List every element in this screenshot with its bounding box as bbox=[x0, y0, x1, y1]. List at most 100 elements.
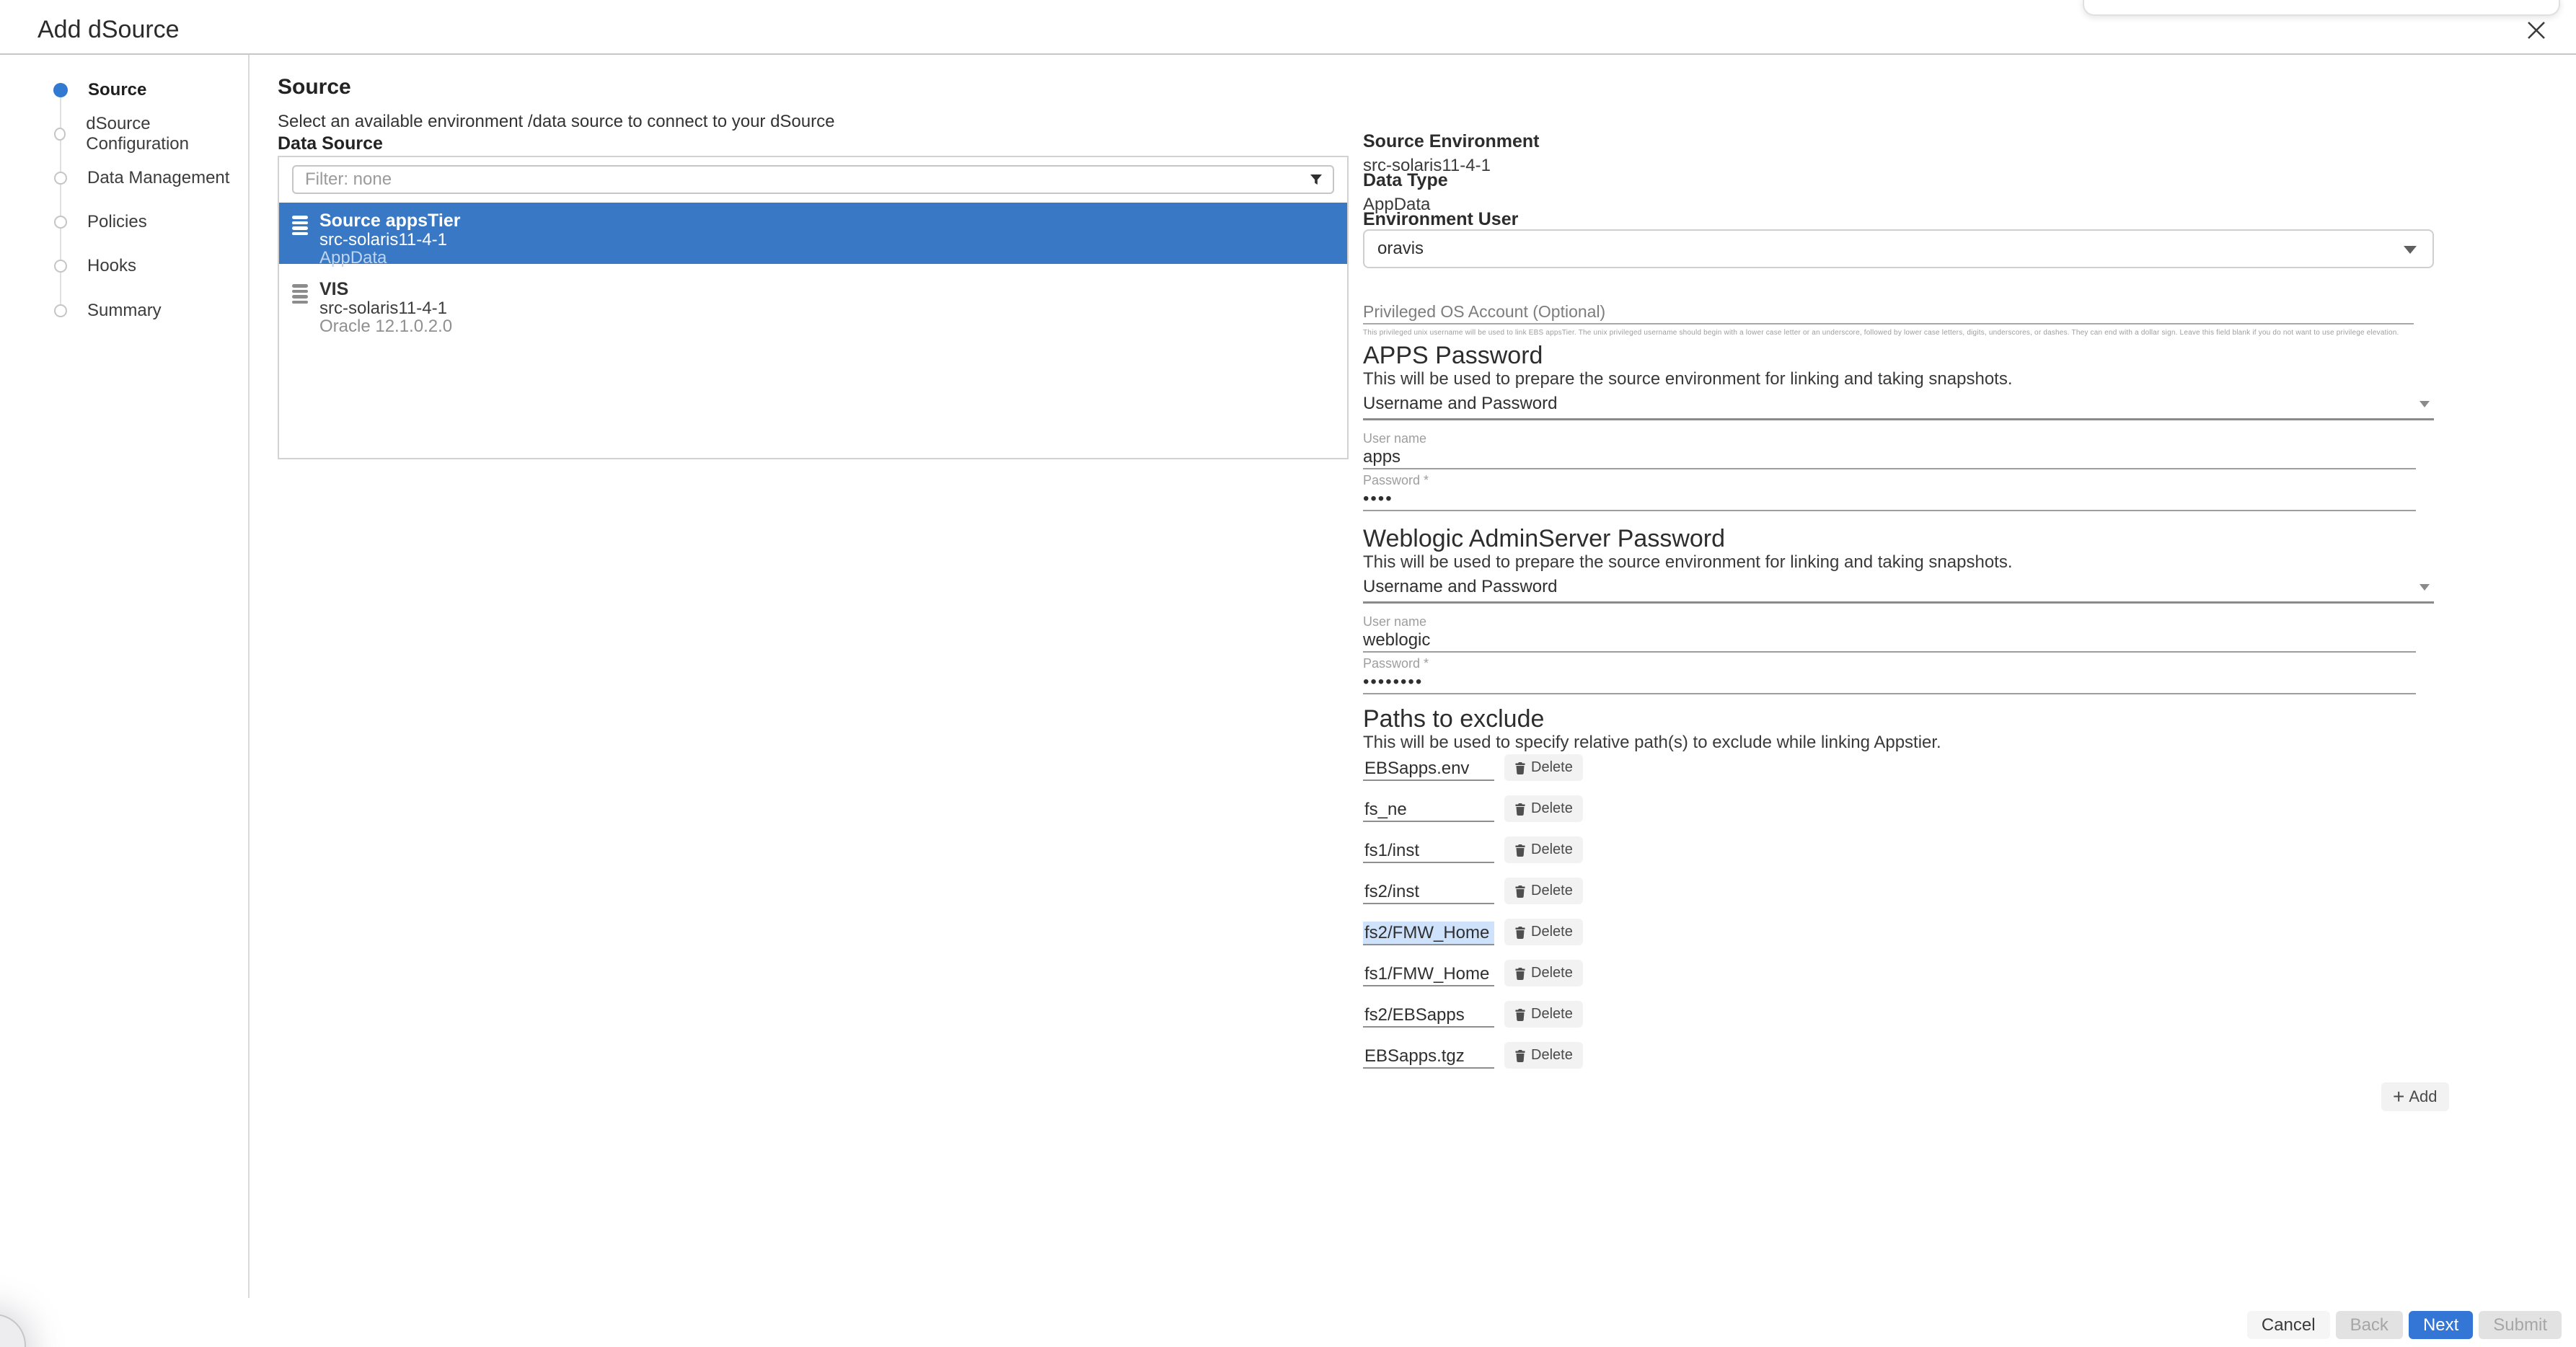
step-dot bbox=[54, 216, 67, 229]
data-source-item-vis[interactable]: VIS src-solaris11-4-1 Oracle 12.1.0.2.0 bbox=[279, 271, 1347, 332]
delete-path-button[interactable]: Delete bbox=[1504, 960, 1583, 986]
step-dot bbox=[54, 304, 67, 317]
delete-label: Delete bbox=[1531, 842, 1573, 858]
apps-credential-type-value: Username and Password bbox=[1363, 394, 1557, 413]
trash-icon bbox=[1514, 1008, 1526, 1021]
wizard-steps: Source dSource Configuration Data Manage… bbox=[49, 68, 237, 332]
apps-username-input[interactable] bbox=[1363, 446, 2416, 469]
apps-password-input[interactable] bbox=[1363, 488, 2416, 511]
weblogic-password-input[interactable] bbox=[1363, 671, 2416, 694]
data-source-environment: src-solaris11-4-1 bbox=[319, 231, 460, 249]
path-input[interactable] bbox=[1363, 839, 1494, 863]
step-label: Data Management bbox=[87, 168, 229, 188]
submit-button[interactable]: Submit bbox=[2479, 1311, 2562, 1339]
path-input[interactable] bbox=[1363, 798, 1494, 822]
trash-icon bbox=[1514, 1049, 1526, 1062]
environment-user-value: oravis bbox=[1377, 239, 1424, 259]
database-icon bbox=[292, 216, 308, 235]
weblogic-password-heading: Weblogic AdminServer Password bbox=[1363, 525, 1725, 553]
path-input[interactable] bbox=[1363, 1004, 1494, 1028]
wizard-step-policies[interactable]: Policies bbox=[49, 200, 237, 244]
weblogic-credential-type-select[interactable]: Username and Password bbox=[1363, 577, 2434, 604]
delete-label: Delete bbox=[1531, 883, 1573, 899]
apps-password-field: Password * bbox=[1363, 473, 2416, 511]
trash-icon bbox=[1514, 926, 1526, 939]
database-icon bbox=[292, 284, 308, 304]
delete-label: Delete bbox=[1531, 1006, 1573, 1023]
page-instruction: Select an available environment /data so… bbox=[278, 112, 834, 132]
environment-user-label: Environment User bbox=[1363, 209, 1518, 230]
filter-funnel-icon bbox=[1308, 172, 1324, 191]
source-environment-label: Source Environment bbox=[1363, 131, 1540, 152]
wizard-step-source[interactable]: Source bbox=[49, 68, 237, 112]
delete-path-button[interactable]: Delete bbox=[1504, 754, 1583, 781]
data-source-label: Data Source bbox=[278, 133, 383, 154]
apps-password-heading: APPS Password bbox=[1363, 342, 1543, 370]
path-input[interactable] bbox=[1363, 880, 1494, 904]
trash-icon bbox=[1514, 885, 1526, 898]
wizard-step-dsource-configuration[interactable]: dSource Configuration bbox=[49, 112, 237, 156]
step-dot bbox=[54, 128, 66, 141]
step-dot-active bbox=[53, 83, 68, 97]
data-source-text: VIS src-solaris11-4-1 Oracle 12.1.0.2.0 bbox=[319, 280, 452, 335]
dialog-title: Add dSource bbox=[38, 16, 180, 44]
chevron-down-icon bbox=[2420, 584, 2430, 591]
step-label: Summary bbox=[87, 301, 162, 321]
apps-credential-type-select[interactable]: Username and Password bbox=[1363, 394, 2434, 420]
delete-path-button[interactable]: Delete bbox=[1504, 1001, 1583, 1028]
weblogic-username-field: User name bbox=[1363, 614, 2416, 653]
step-dot bbox=[54, 260, 67, 273]
delete-path-button[interactable]: Delete bbox=[1504, 919, 1583, 945]
weblogic-username-label: User name bbox=[1363, 614, 2416, 630]
privileged-os-account-help: This privileged unix username will be us… bbox=[1363, 329, 2414, 337]
data-source-text: Source appsTier src-solaris11-4-1 AppDat… bbox=[319, 211, 460, 267]
add-dsource-dialog: Add dSource Source dSource Configuration… bbox=[0, 0, 2576, 1347]
back-button[interactable]: Back bbox=[2336, 1311, 2403, 1339]
privileged-os-account-input[interactable] bbox=[1363, 300, 2414, 324]
trash-icon bbox=[1514, 844, 1526, 857]
sidebar-divider bbox=[248, 55, 250, 1298]
data-source-item-source-appstier[interactable]: Source appsTier src-solaris11-4-1 AppDat… bbox=[279, 203, 1347, 264]
paths-to-exclude-description: This will be used to specify relative pa… bbox=[1363, 733, 1941, 753]
close-button[interactable] bbox=[2523, 17, 2550, 45]
plus-icon: + bbox=[2393, 1087, 2404, 1107]
path-input[interactable] bbox=[1363, 757, 1494, 781]
delete-path-button[interactable]: Delete bbox=[1504, 1042, 1583, 1069]
wizard-step-data-management[interactable]: Data Management bbox=[49, 156, 237, 200]
weblogic-password-description: This will be used to prepare the source … bbox=[1363, 552, 2013, 573]
wizard-step-summary[interactable]: Summary bbox=[49, 288, 237, 332]
data-source-name: Source appsTier bbox=[319, 211, 460, 231]
cancel-button[interactable]: Cancel bbox=[2247, 1311, 2330, 1339]
filter-row bbox=[292, 165, 1334, 194]
path-input[interactable] bbox=[1363, 1045, 1494, 1069]
environment-user-select[interactable]: oravis bbox=[1363, 229, 2434, 268]
delete-path-button[interactable]: Delete bbox=[1504, 878, 1583, 904]
weblogic-password-field: Password * bbox=[1363, 656, 2416, 694]
filter-input[interactable] bbox=[292, 165, 1334, 194]
apps-password-description: This will be used to prepare the source … bbox=[1363, 369, 2013, 389]
header-divider bbox=[0, 53, 2576, 55]
trash-icon bbox=[1514, 803, 1526, 816]
path-input-selected[interactable] bbox=[1363, 922, 1494, 945]
delete-label: Delete bbox=[1531, 1047, 1573, 1064]
delete-label: Delete bbox=[1531, 759, 1573, 776]
paths-to-exclude-heading: Paths to exclude bbox=[1363, 705, 1544, 733]
data-source-type: AppData bbox=[319, 249, 460, 267]
data-source-list: Source appsTier src-solaris11-4-1 AppDat… bbox=[278, 156, 1349, 459]
next-button[interactable]: Next bbox=[2409, 1311, 2473, 1339]
weblogic-password-label: Password * bbox=[1363, 656, 2416, 671]
overlay-strip bbox=[2083, 0, 2560, 16]
weblogic-credential-type-value: Username and Password bbox=[1363, 577, 1557, 596]
delete-path-button[interactable]: Delete bbox=[1504, 836, 1583, 863]
data-type-label: Data Type bbox=[1363, 170, 1448, 191]
data-type-field: Data Type AppData bbox=[1363, 170, 1448, 215]
trash-icon bbox=[1514, 761, 1526, 774]
trash-icon bbox=[1514, 967, 1526, 980]
delete-path-button[interactable]: Delete bbox=[1504, 795, 1583, 822]
path-input[interactable] bbox=[1363, 963, 1494, 986]
delete-label: Delete bbox=[1531, 924, 1573, 940]
wizard-step-hooks[interactable]: Hooks bbox=[49, 244, 237, 288]
add-path-button[interactable]: + Add bbox=[2381, 1082, 2449, 1111]
weblogic-username-input[interactable] bbox=[1363, 630, 2416, 653]
apps-username-label: User name bbox=[1363, 431, 2416, 446]
